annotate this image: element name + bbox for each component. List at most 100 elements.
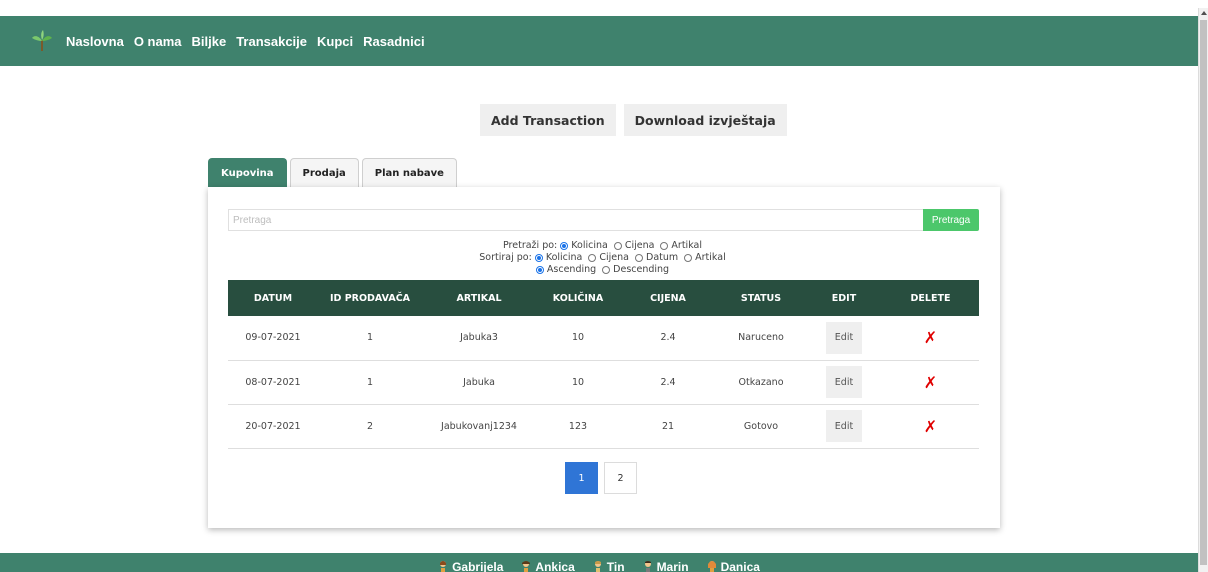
top-navbar: Naslovna O nama Biljke Transakcije Kupci… [0, 16, 1198, 66]
cell-kolicina: 10 [536, 316, 620, 361]
edit-button[interactable]: Edit [826, 366, 862, 398]
team-footer: Gabrijela Ankica Tin Marin Danica [0, 553, 1198, 572]
cell-edit: Edit [806, 360, 882, 405]
nav-link-o-nama[interactable]: O nama [134, 34, 182, 49]
header-kolicina[interactable]: KOLIČINA [536, 280, 620, 316]
delete-x-icon[interactable]: ✗ [924, 373, 937, 392]
person-icon [644, 560, 651, 572]
header-id-prodavaca[interactable]: ID PRODAVAČA [318, 280, 422, 316]
sort-by-artikal-label: Artikal [695, 252, 726, 263]
table-row: 08-07-2021 1 Jabuka 10 2.4 Otkazano Edit… [228, 360, 979, 405]
footer-member-name: Danica [720, 559, 760, 572]
delete-x-icon[interactable]: ✗ [924, 417, 937, 436]
transactions-table: DATUM ID PRODAVAČA ARTIKAL KOLIČINA CIJE… [228, 280, 979, 449]
order-descending-radio[interactable] [602, 266, 611, 274]
cell-kolicina: 123 [536, 404, 620, 449]
cell-edit: Edit [806, 316, 882, 361]
footer-member-marin: Marin [643, 560, 689, 572]
header-status[interactable]: STATUS [716, 280, 806, 316]
cell-id: 1 [318, 316, 422, 361]
cell-cijena: 2.4 [620, 360, 716, 405]
cell-kolicina: 10 [536, 360, 620, 405]
scroll-thumb[interactable] [1200, 20, 1207, 565]
cell-artikal: Jabuka3 [422, 316, 536, 361]
search-by-cijena-label: Cijena [624, 240, 655, 251]
nav-link-rasadnici[interactable]: Rasadnici [363, 34, 424, 49]
seedling-icon[interactable] [30, 30, 54, 52]
cell-id: 2 [318, 404, 422, 449]
header-cijena[interactable]: CIJENA [620, 280, 716, 316]
order-ascending-label: Ascending [546, 264, 597, 275]
scroll-up-icon[interactable] [1201, 11, 1207, 15]
header-datum[interactable]: DATUM [228, 280, 318, 316]
transaction-tabs: Kupovina Prodaja Plan nabave [208, 158, 457, 188]
download-report-button[interactable]: Download izvještaja [623, 104, 787, 136]
sort-by-kolicina-radio[interactable] [534, 254, 543, 262]
header-artikal[interactable]: ARTIKAL [422, 280, 536, 316]
cell-cijena: 21 [620, 404, 716, 449]
add-transaction-button[interactable]: Add Transaction [480, 104, 616, 136]
footer-member-ankica: Ankica [521, 559, 575, 572]
footer-member-name: Gabrijela [452, 559, 504, 572]
table-row: 20-07-2021 2 Jabukovanj1234 123 21 Gotov… [228, 404, 979, 449]
search-row: Pretraga [228, 209, 979, 231]
cell-edit: Edit [806, 404, 882, 449]
filter-options: Pretraži po: Kolicina Cijena Artikal Sor… [208, 240, 1000, 276]
top-actions: Add Transaction Download izvještaja [480, 104, 787, 136]
page-button-1[interactable]: 1 [565, 462, 598, 494]
table-header-row: DATUM ID PRODAVAČA ARTIKAL KOLIČINA CIJE… [228, 280, 979, 316]
sort-by-cijena-label: Cijena [599, 252, 629, 263]
cell-delete: ✗ [882, 360, 979, 405]
nav-link-naslovna[interactable]: Naslovna [66, 34, 124, 49]
sort-by-artikal-radio[interactable] [684, 254, 693, 262]
transactions-card: Pretraga Pretraži po: Kolicina Cijena Ar… [208, 187, 1000, 528]
search-by-label: Pretraži po: [503, 240, 558, 251]
order-ascending-radio[interactable] [535, 266, 544, 274]
search-by-kolicina-label: Kolicina [571, 240, 608, 251]
person-icon [440, 560, 447, 572]
nav-link-transakcije[interactable]: Transakcije [236, 34, 307, 49]
cell-datum: 08-07-2021 [228, 360, 318, 405]
search-button[interactable]: Pretraga [923, 209, 979, 231]
cell-datum: 20-07-2021 [228, 404, 318, 449]
sort-order-row: Ascending Descending [208, 264, 1000, 276]
nav-link-kupci[interactable]: Kupci [317, 34, 353, 49]
sort-by-kolicina-label: Kolicina [545, 252, 583, 263]
person-icon [522, 560, 531, 572]
cell-status: Otkazano [716, 360, 806, 405]
search-by-row: Pretraži po: Kolicina Cijena Artikal [208, 240, 1000, 252]
sort-by-cijena-radio[interactable] [588, 254, 597, 262]
footer-member-name: Tin [606, 559, 625, 572]
search-by-cijena-radio[interactable] [613, 242, 622, 250]
footer-member-name: Marin [656, 559, 689, 572]
footer-member-tin: Tin [593, 560, 625, 572]
page-scrollbar[interactable] [1198, 8, 1208, 572]
footer-member-name: Ankica [535, 559, 575, 572]
search-by-artikal-label: Artikal [671, 240, 702, 251]
delete-x-icon[interactable]: ✗ [924, 328, 937, 347]
edit-button[interactable]: Edit [826, 410, 862, 442]
cell-artikal: Jabuka [422, 360, 536, 405]
search-by-kolicina-radio[interactable] [560, 242, 569, 250]
pagination: 1 2 [565, 462, 637, 494]
tab-kupovina[interactable]: Kupovina [208, 158, 287, 188]
person-icon [594, 560, 601, 572]
cell-status: Gotovo [716, 404, 806, 449]
order-descending-label: Descending [613, 264, 670, 275]
cell-cijena: 2.4 [620, 316, 716, 361]
cell-datum: 09-07-2021 [228, 316, 318, 361]
cell-id: 1 [318, 360, 422, 405]
sort-by-datum-label: Datum [646, 252, 679, 263]
tab-prodaja[interactable]: Prodaja [289, 158, 359, 188]
search-input[interactable] [228, 209, 923, 231]
page-button-2[interactable]: 2 [604, 462, 637, 494]
cell-artikal: Jabukovanj1234 [422, 404, 536, 449]
edit-button[interactable]: Edit [826, 321, 862, 354]
cell-delete: ✗ [882, 404, 979, 449]
sort-by-datum-radio[interactable] [635, 254, 643, 262]
header-delete: DELETE [910, 292, 951, 304]
search-by-artikal-radio[interactable] [660, 242, 669, 250]
table-row: 09-07-2021 1 Jabuka3 10 2.4 Naruceno Edi… [228, 316, 979, 361]
tab-plan-nabave[interactable]: Plan nabave [361, 158, 457, 188]
nav-link-biljke[interactable]: Biljke [192, 34, 227, 49]
